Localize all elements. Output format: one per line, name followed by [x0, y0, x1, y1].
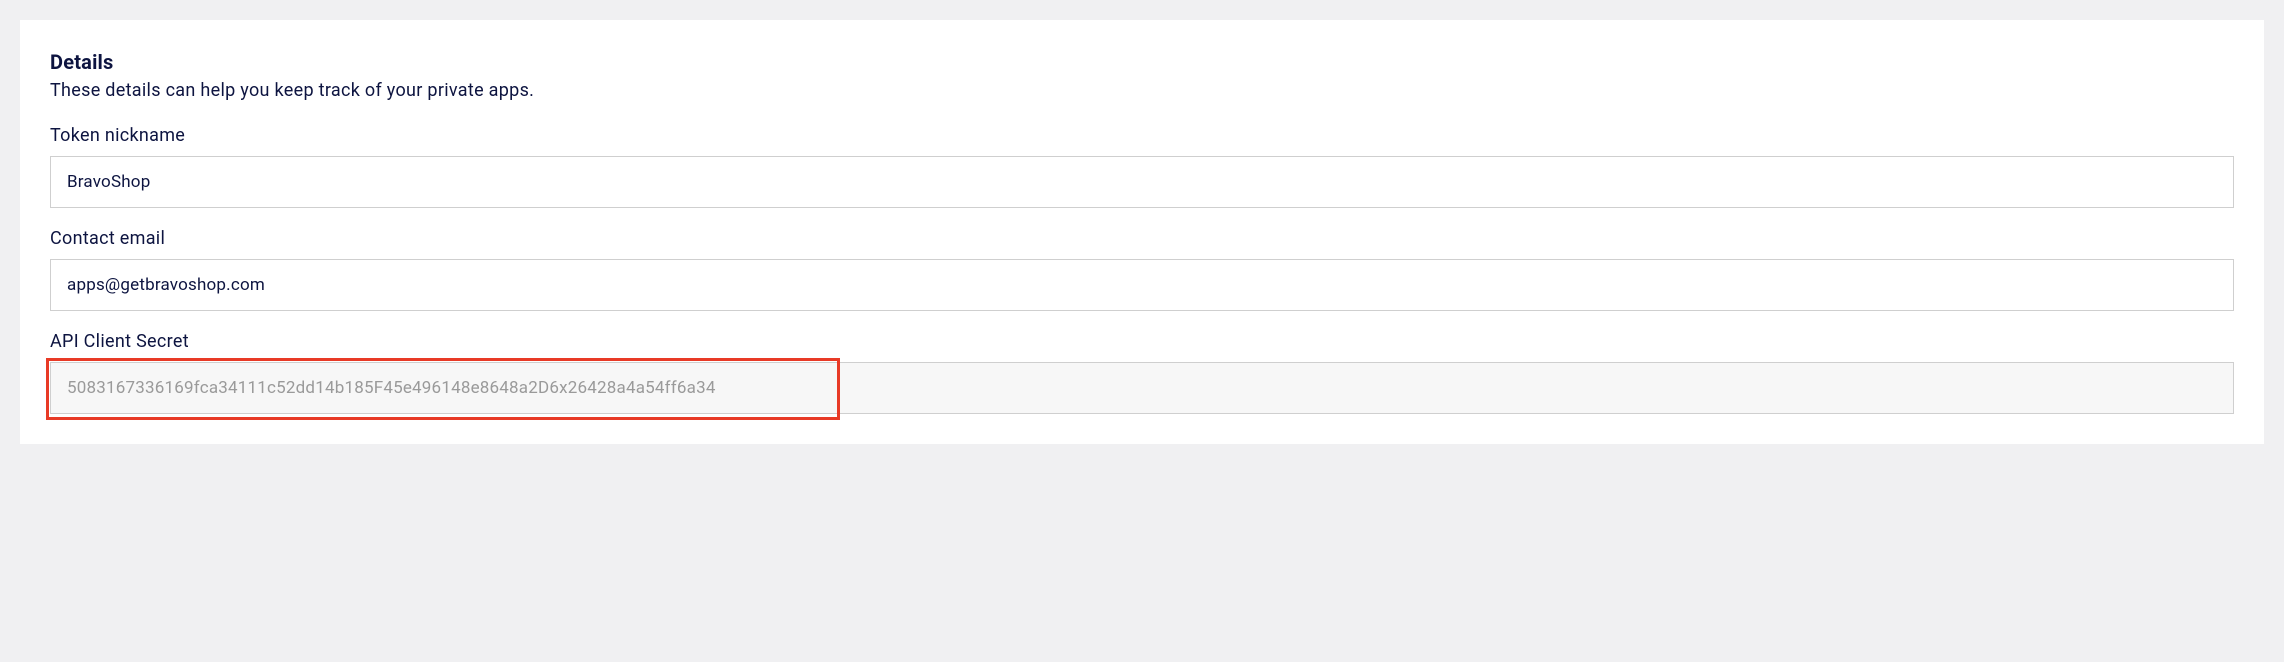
secret-wrapper [50, 362, 2234, 414]
section-description: These details can help you keep track of… [50, 80, 2234, 101]
token-nickname-input[interactable] [50, 156, 2234, 208]
contact-email-label: Contact email [50, 228, 2234, 249]
field-contact-email: Contact email [50, 228, 2234, 311]
api-client-secret-label: API Client Secret [50, 331, 2234, 352]
api-client-secret-input[interactable] [50, 362, 2234, 414]
field-api-client-secret: API Client Secret [50, 331, 2234, 414]
token-nickname-label: Token nickname [50, 125, 2234, 146]
contact-email-input[interactable] [50, 259, 2234, 311]
field-token-nickname: Token nickname [50, 125, 2234, 208]
section-title: Details [50, 50, 2234, 74]
details-card: Details These details can help you keep … [20, 20, 2264, 444]
